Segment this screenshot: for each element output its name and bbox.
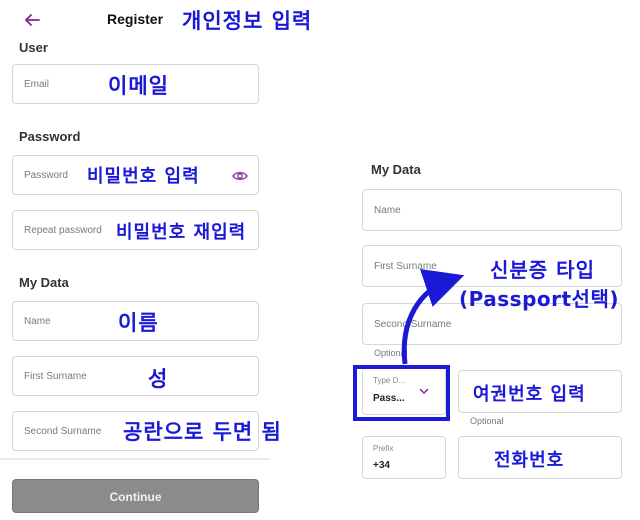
annotation-phone: 전화번호 — [494, 450, 565, 471]
annotation-personal-info: 개인정보 입력 — [182, 9, 313, 33]
name-placeholder: Name — [24, 316, 51, 327]
annotation-passport-number: 여권번호 입력 — [473, 384, 586, 405]
password-placeholder: Password — [24, 170, 68, 181]
section-user-label: User — [19, 40, 48, 55]
first-surname-field[interactable]: First Surname — [12, 356, 259, 396]
document-type-highlight — [353, 365, 450, 421]
section-password-label: Password — [19, 129, 81, 144]
prefix-select[interactable]: Prefix +34 — [362, 436, 446, 479]
scroll-fade — [0, 455, 270, 465]
repeat-password-placeholder: Repeat password — [24, 225, 102, 236]
first-surname-placeholder: First Surname — [24, 371, 87, 382]
eye-icon[interactable] — [232, 168, 248, 184]
first-surname-placeholder-right: First Surname — [374, 261, 437, 272]
annotation-id-type: 신분증 타입 — [490, 258, 595, 282]
page-title: Register — [107, 11, 164, 27]
annotation-leave-blank: 공란으로 두면 됨 — [123, 420, 282, 444]
annotation-passport-select: (Passport선택) — [459, 287, 619, 311]
document-number-helper: Optional — [470, 416, 504, 426]
annotation-name: 이름 — [118, 311, 159, 335]
name-field-right[interactable]: Name — [362, 189, 622, 231]
arrow-left-icon[interactable] — [22, 10, 42, 30]
prefix-value: +34 — [373, 460, 390, 471]
prefix-caption: Prefix — [373, 444, 394, 453]
footer-divider — [0, 458, 270, 460]
second-surname-placeholder-right: Second Surname — [374, 319, 452, 330]
second-surname-placeholder: Second Surname — [24, 426, 102, 437]
annotation-repeat-password: 비밀번호 재입력 — [116, 222, 247, 243]
section-mydata-label-right: My Data — [371, 162, 421, 177]
section-mydata-label: My Data — [19, 275, 69, 290]
annotation-password: 비밀번호 입력 — [87, 166, 200, 187]
second-surname-helper: Optional — [374, 348, 408, 358]
name-placeholder-right: Name — [374, 205, 401, 216]
annotation-email: 이메일 — [108, 74, 169, 98]
annotation-surname: 성 — [148, 367, 169, 391]
continue-button[interactable]: Continue — [12, 479, 259, 513]
email-placeholder: Email — [24, 79, 50, 90]
